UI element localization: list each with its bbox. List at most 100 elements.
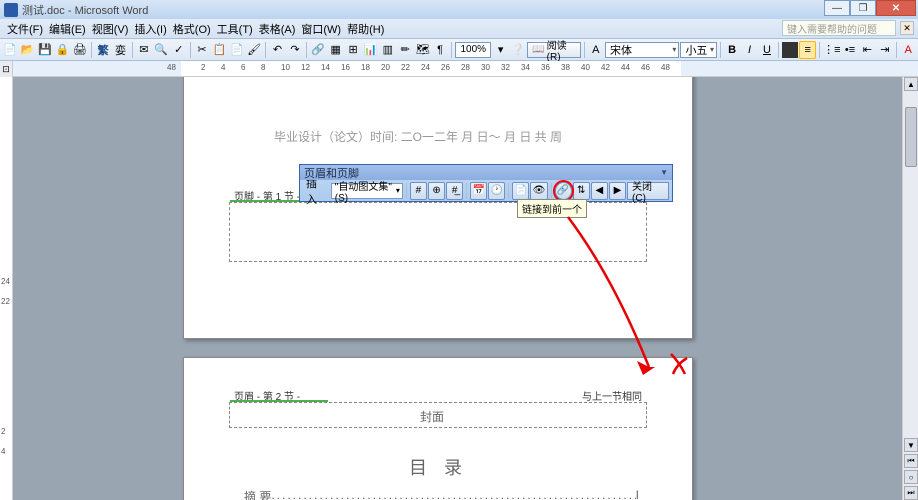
hyperlink-icon[interactable]: 🔗 bbox=[310, 41, 326, 59]
drawing-icon[interactable]: ✏ bbox=[397, 41, 413, 59]
menu-tools[interactable]: 工具(T) bbox=[214, 20, 256, 38]
cut-icon[interactable]: ✂ bbox=[194, 41, 210, 59]
traditional-chinese-icon[interactable]: 繁 bbox=[95, 41, 111, 59]
menu-format[interactable]: 格式(O) bbox=[170, 20, 214, 38]
underline-button[interactable]: U bbox=[759, 41, 775, 59]
prev-page-button[interactable]: ⏮ bbox=[904, 454, 918, 468]
bold-button[interactable]: B bbox=[724, 41, 740, 59]
page2-header-right-label: 与上一节相同 bbox=[582, 388, 642, 403]
numbering-button[interactable]: ⋮≡ bbox=[823, 41, 841, 59]
scroll-up-button[interactable]: ▲ bbox=[904, 77, 918, 91]
separator bbox=[406, 183, 407, 199]
open-icon[interactable]: 📂 bbox=[19, 41, 35, 59]
hf-show-next-icon[interactable]: ▶ bbox=[609, 182, 626, 200]
horizontal-ruler[interactable]: 48 2 4 6 8 10 12 14 16 18 20 22 24 26 28… bbox=[13, 61, 918, 76]
hf-page-setup-icon[interactable]: 📄 bbox=[512, 182, 529, 200]
print-preview-icon[interactable]: 🔍 bbox=[153, 41, 169, 59]
tables-borders-icon[interactable]: ▦ bbox=[327, 41, 343, 59]
read-mode-button[interactable]: 📖阅读(R) bbox=[527, 42, 581, 58]
hf-switch-icon[interactable]: ⇅ bbox=[573, 182, 590, 200]
document-close-button[interactable]: ✕ bbox=[900, 21, 914, 35]
hf-autotext-combo[interactable]: "自动图文集" (S) bbox=[331, 183, 403, 199]
paste-icon[interactable]: 📄 bbox=[229, 41, 245, 59]
word-app-icon bbox=[4, 3, 18, 17]
insert-table-icon[interactable]: ⊞ bbox=[345, 41, 361, 59]
next-page-button[interactable]: ⏭ bbox=[904, 486, 918, 500]
vertical-ruler[interactable]: 24 22 2 4 bbox=[0, 77, 13, 500]
excel-icon[interactable]: 📊 bbox=[362, 41, 378, 59]
bullets-button[interactable]: •≡ bbox=[842, 41, 858, 59]
header-footer-toolbar[interactable]: 页眉和页脚 插入 "自动图文集" (S) # ⊕ #̲ 📅 🕐 📄 👁 🔗 ⇅ … bbox=[299, 164, 673, 202]
help-icon[interactable]: ❔ bbox=[510, 41, 526, 59]
scroll-thumb[interactable] bbox=[905, 107, 917, 167]
font-color-button[interactable]: A bbox=[900, 41, 916, 59]
redo-icon[interactable]: ↷ bbox=[287, 41, 303, 59]
document-area[interactable]: 毕业设计（论文）时间: 二O一二年 月 日～ 月 日 共 周 页脚 - 第 1 … bbox=[13, 77, 918, 500]
hf-show-hide-icon[interactable]: 👁 bbox=[530, 182, 547, 200]
hf-time-icon[interactable]: 🕐 bbox=[488, 182, 505, 200]
separator bbox=[306, 42, 307, 58]
page2-header-text: 封面 bbox=[420, 408, 444, 425]
separator bbox=[508, 183, 509, 199]
font-size-combo[interactable]: 小五 bbox=[680, 42, 717, 58]
window-close-button[interactable]: ✕ bbox=[876, 0, 916, 16]
separator bbox=[720, 42, 721, 58]
copy-icon[interactable]: 📋 bbox=[211, 41, 227, 59]
hf-show-previous-icon[interactable]: ◀ bbox=[591, 182, 608, 200]
save-icon[interactable]: 💾 bbox=[37, 41, 53, 59]
separator bbox=[896, 42, 897, 58]
page-2: 页眉 - 第 2 节 - 与上一节相同 封面 目 录 摘 要..........… bbox=[183, 357, 693, 500]
menu-insert[interactable]: 插入(I) bbox=[131, 20, 169, 38]
ruler-row: ⊡ 48 2 4 6 8 10 12 14 16 18 20 22 24 26 … bbox=[0, 61, 918, 77]
menu-window[interactable]: 窗口(W) bbox=[298, 20, 344, 38]
hf-close-button[interactable]: 关闭(C) bbox=[627, 182, 669, 200]
columns-icon[interactable]: ▥ bbox=[380, 41, 396, 59]
hf-link-to-previous-icon[interactable]: 🔗 bbox=[555, 182, 572, 200]
separator bbox=[819, 42, 820, 58]
permission-icon[interactable]: 🔒 bbox=[54, 41, 70, 59]
doc-map-icon[interactable]: 🗺 bbox=[414, 41, 430, 59]
hf-page-count-icon[interactable]: ⊕ bbox=[428, 182, 445, 200]
email-icon[interactable]: ✉ bbox=[136, 41, 152, 59]
spelling-icon[interactable]: ✓ bbox=[170, 41, 186, 59]
undo-icon[interactable]: ↶ bbox=[269, 41, 285, 59]
hf-page-number-icon[interactable]: # bbox=[410, 182, 427, 200]
help-search-input[interactable]: 键入需要帮助的问题 bbox=[782, 20, 896, 36]
font-name-combo[interactable]: 宋体 bbox=[605, 42, 679, 58]
decrease-indent-button[interactable]: ⇤ bbox=[859, 41, 875, 59]
format-painter-icon[interactable]: 🖌 bbox=[246, 41, 262, 59]
menu-bar: 文件(F) 编辑(E) 视图(V) 插入(I) 格式(O) 工具(T) 表格(A… bbox=[0, 19, 918, 39]
menu-help[interactable]: 帮助(H) bbox=[344, 20, 387, 38]
separator bbox=[190, 42, 191, 58]
standard-toolbar: 📄 📂 💾 🔒 🖨 繁 娈 ✉ 🔍 ✓ ✂ 📋 📄 🖌 ↶ ↷ 🔗 ▦ ⊞ 📊 … bbox=[0, 39, 918, 61]
zoom-combo[interactable]: 100% bbox=[455, 42, 491, 58]
highlight-button[interactable] bbox=[782, 42, 798, 58]
italic-button[interactable]: I bbox=[741, 41, 757, 59]
justify-button[interactable]: ≡ bbox=[799, 41, 815, 59]
print-icon[interactable]: 🖨 bbox=[72, 41, 88, 59]
maximize-button[interactable]: ❐ bbox=[850, 0, 876, 16]
separator bbox=[265, 42, 266, 58]
hf-date-icon[interactable]: 📅 bbox=[470, 182, 487, 200]
page2-title: 目 录 bbox=[409, 454, 468, 480]
zoom-dropdown-icon[interactable]: ▾ bbox=[492, 41, 508, 59]
increase-indent-button[interactable]: ⇥ bbox=[877, 41, 893, 59]
separator bbox=[584, 42, 585, 58]
hf-format-page-icon[interactable]: #̲ bbox=[446, 182, 463, 200]
menu-table[interactable]: 表格(A) bbox=[256, 20, 299, 38]
vertical-scrollbar[interactable]: ▲ ▼ ⏮ ○ ⏭ bbox=[902, 77, 918, 500]
separator bbox=[551, 183, 552, 199]
document-workspace: 24 22 2 4 毕业设计（论文）时间: 二O一二年 月 日～ 月 日 共 周… bbox=[0, 77, 918, 500]
show-hide-icon[interactable]: ¶ bbox=[432, 41, 448, 59]
menu-file[interactable]: 文件(F) bbox=[4, 20, 46, 38]
menu-view[interactable]: 视图(V) bbox=[89, 20, 132, 38]
convert-icon[interactable]: 娈 bbox=[112, 41, 128, 59]
menu-edit[interactable]: 编辑(E) bbox=[46, 20, 89, 38]
new-doc-icon[interactable]: 📄 bbox=[2, 41, 18, 59]
separator bbox=[466, 183, 467, 199]
toc-item-1: 摘 要.....................................… bbox=[244, 488, 639, 500]
style-dropdown-icon[interactable]: A bbox=[588, 41, 604, 59]
browse-object-button[interactable]: ○ bbox=[904, 470, 918, 484]
minimize-button[interactable]: — bbox=[824, 0, 850, 16]
scroll-down-button[interactable]: ▼ bbox=[904, 438, 918, 452]
